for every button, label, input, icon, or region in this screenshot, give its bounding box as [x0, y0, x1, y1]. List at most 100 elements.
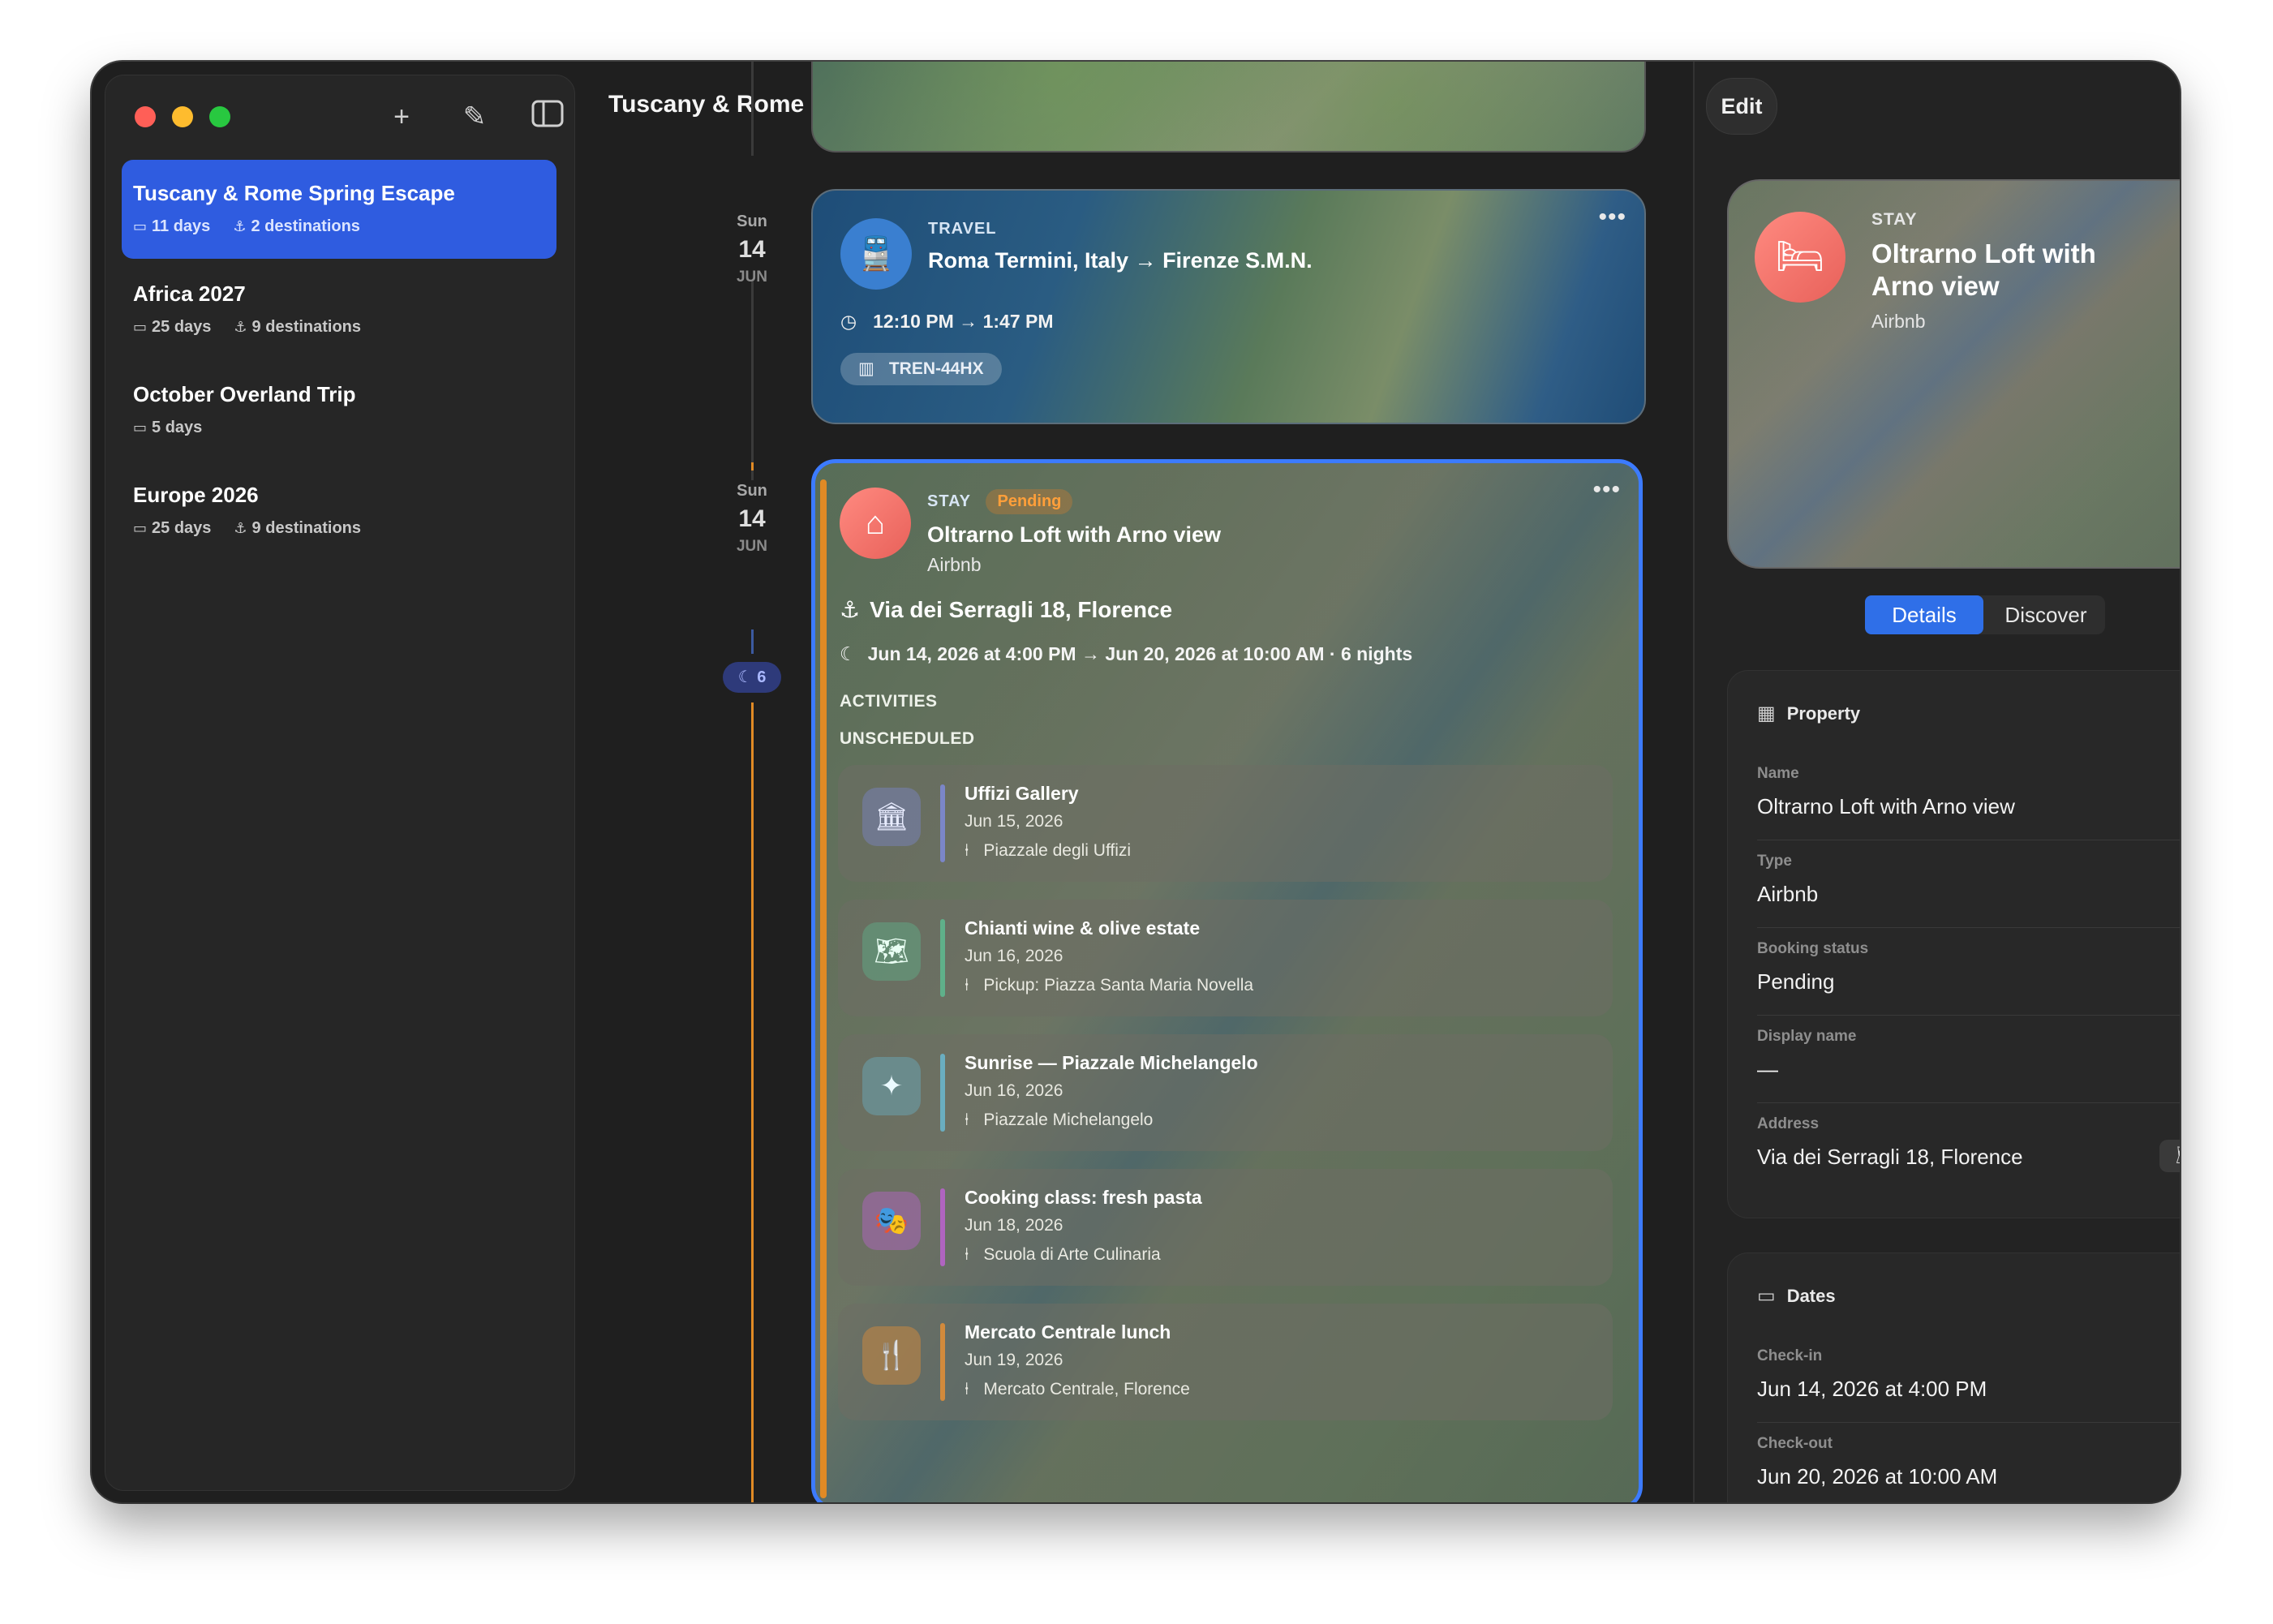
bed-icon: 🛏 [1755, 212, 1845, 303]
activity-title: Cooking class: fresh pasta [965, 1187, 1202, 1208]
activity-location: Piazzale degli Uffizi [983, 841, 1132, 860]
anchor-icon: ⚓ [233, 218, 247, 234]
activity-date: Jun 16, 2026 [965, 1081, 1063, 1100]
sidebar: + ✎ Tuscany & Rome Spring Escape ▭ 11 day… [105, 75, 575, 1491]
trip-days: 5 days [152, 419, 203, 436]
activities-label: ACTIVITIES [840, 692, 938, 711]
activity-date: Jun 16, 2026 [965, 947, 1063, 965]
calendar-icon: ▭ [133, 218, 148, 234]
activity-item[interactable]: 🎭 Cooking class: fresh pasta Jun 18, 202… [838, 1169, 1613, 1286]
anchor-icon: ⚓ [234, 520, 247, 536]
card-kicker: STAY [927, 492, 972, 510]
barcode-icon: ▥ [858, 359, 874, 378]
moon-icon: ☾ [737, 668, 753, 686]
open-map-icon[interactable]: 🗺 [2159, 1140, 2180, 1172]
activity-title: Chianti wine & olive estate [965, 917, 1201, 939]
house-icon: ⌂ [840, 488, 911, 559]
sparkle-icon: ✦ [862, 1057, 921, 1115]
divider [1757, 927, 2180, 928]
detail-panel: Edit 🛏 STAY Oltrarno Loft with Arno view… [1693, 62, 2180, 1502]
trip-list-item[interactable]: Europe 2026 ▭ 25 days ⚓ 9 destinations [122, 462, 556, 561]
museum-icon: 🏛 [862, 788, 921, 846]
activity-color-bar [940, 1188, 945, 1266]
hero-title: Oltrarno Loft with Arno view [1871, 238, 2096, 301]
calendar-icon: ▭ [133, 520, 148, 536]
divider [1757, 1015, 2180, 1016]
activity-date: Jun 19, 2026 [965, 1351, 1063, 1369]
activity-location: Mercato Centrale, Florence [983, 1380, 1190, 1398]
hero-provider: Airbnb [1871, 311, 1926, 332]
timeline-date: Sun 14 JUN [736, 213, 767, 286]
trip-list-item[interactable]: Tuscany & Rome Spring Escape ▭ 11 days ⚓ 2… [122, 160, 556, 259]
card-title: Oltrarno Loft with Arno view [927, 522, 1221, 547]
activity-color-bar [940, 1054, 945, 1132]
activity-title: Mercato Centrale lunch [965, 1321, 1171, 1343]
tab-discover[interactable]: Discover [1987, 595, 2105, 634]
activity-color-bar [940, 1323, 945, 1401]
card-kicker: TRAVEL [928, 220, 997, 238]
activity-location: Piazzale Michelangelo [983, 1111, 1154, 1129]
activity-color-bar [940, 784, 945, 862]
tab-details[interactable]: Details [1865, 595, 1983, 634]
field-booking-status: Booking status Pending [1757, 940, 1869, 994]
stay-card[interactable]: ••• ⌂ STAY Pending Oltrarno Loft with Ar… [811, 459, 1643, 1502]
panel-heading: Dates [1786, 1286, 1836, 1306]
edit-button[interactable]: Edit [1706, 78, 1777, 135]
moon-icon: ☾ [840, 643, 857, 664]
timeline-line [751, 62, 754, 156]
hero-card: 🛏 STAY Oltrarno Loft with Arno view Airb… [1727, 179, 2180, 569]
trip-name: Europe 2026 [133, 483, 259, 507]
more-options-icon[interactable]: ••• [1598, 204, 1626, 231]
trip-name: Africa 2027 [133, 281, 246, 306]
trip-days: 11 days [152, 217, 211, 235]
close-window-button[interactable] [135, 106, 156, 127]
timeline-line-accent [751, 629, 754, 654]
timeline-line-accent [751, 462, 754, 470]
pin-icon: ⍿ [965, 976, 969, 995]
nights-badge: ☾ 6 [723, 662, 781, 693]
stay-accent-bar [820, 479, 827, 1498]
more-options-icon[interactable]: ••• [1592, 476, 1621, 504]
pencil-icon[interactable]: ✎ [458, 100, 492, 134]
timeline-date: Sun 14 JUN [736, 482, 767, 555]
trip-list-item[interactable]: Africa 2027 ▭ 25 days ⚓ 9 destinations [122, 260, 556, 359]
activity-item[interactable]: ✦ Sunrise — Piazzale Michelangelo Jun 16… [838, 1034, 1613, 1151]
activity-title: Sunrise — Piazzale Michelangelo [965, 1052, 1258, 1073]
trip-destinations: 9 destinations [251, 519, 362, 537]
travel-card[interactable]: ••• 🚆 TRAVEL Roma Termini, Italy → Firen… [811, 189, 1646, 424]
activity-date: Jun 15, 2026 [965, 812, 1063, 831]
field-address: Address Via dei Serragli 18, Florence [1757, 1115, 2023, 1169]
pin-icon: ⍿ [965, 1111, 969, 1129]
booking-code-chip: ▥ TREN-44HX [840, 353, 1002, 385]
status-badge: Pending [986, 489, 1073, 514]
building-icon: ▦ [1757, 702, 1776, 724]
plus-icon[interactable]: + [385, 100, 419, 134]
trip-list-item[interactable]: October Overland Trip ▭ 5 days [122, 361, 556, 460]
activity-item[interactable]: 🏛 Uffizi Gallery Jun 15, 2026 ⍿ Piazzale … [838, 765, 1613, 882]
timeline-line-accent [751, 702, 754, 1502]
activity-color-bar [940, 919, 945, 997]
hero-kicker: STAY [1871, 210, 1918, 229]
clock-icon: ◷ [840, 311, 857, 332]
zoom-window-button[interactable] [209, 106, 230, 127]
activity-item[interactable]: 🍴 Mercato Centrale lunch Jun 19, 2026 ⍿ M… [838, 1304, 1613, 1420]
sidebar-toggle-icon[interactable] [531, 100, 565, 134]
pin-icon: ⍿ [965, 841, 969, 860]
calendar-icon: ▭ [133, 419, 148, 436]
dates-panel: ▭ Dates Check-in Jun 14, 2026 at 4:00 PM … [1727, 1252, 2180, 1502]
activity-item[interactable]: 🗺 Chianti wine & olive estate Jun 16, 20… [838, 900, 1613, 1016]
minimize-window-button[interactable] [172, 106, 193, 127]
unscheduled-label: UNSCHEDULED [840, 729, 975, 748]
pin-icon: ⍿ [965, 1380, 969, 1398]
map-icon: 🗺 [862, 922, 921, 981]
field-check-out: Check-out Jun 20, 2026 at 10:00 AM [1757, 1435, 1998, 1489]
field-name: Name Oltrarno Loft with Arno view [1757, 765, 2015, 818]
calendar-icon: ▭ [133, 319, 148, 335]
activity-location: Scuola di Arte Culinaria [983, 1245, 1161, 1264]
field-check-in: Check-in Jun 14, 2026 at 4:00 PM [1757, 1347, 1987, 1401]
activity-date: Jun 18, 2026 [965, 1216, 1063, 1235]
theater-masks-icon: 🎭 [862, 1192, 921, 1250]
stay-dates: Jun 14, 2026 at 4:00 PM → Jun 20, 2026 a… [867, 643, 1413, 664]
trip-name: Tuscany & Rome Spring Escape [133, 181, 455, 205]
previous-card[interactable] [811, 62, 1646, 153]
